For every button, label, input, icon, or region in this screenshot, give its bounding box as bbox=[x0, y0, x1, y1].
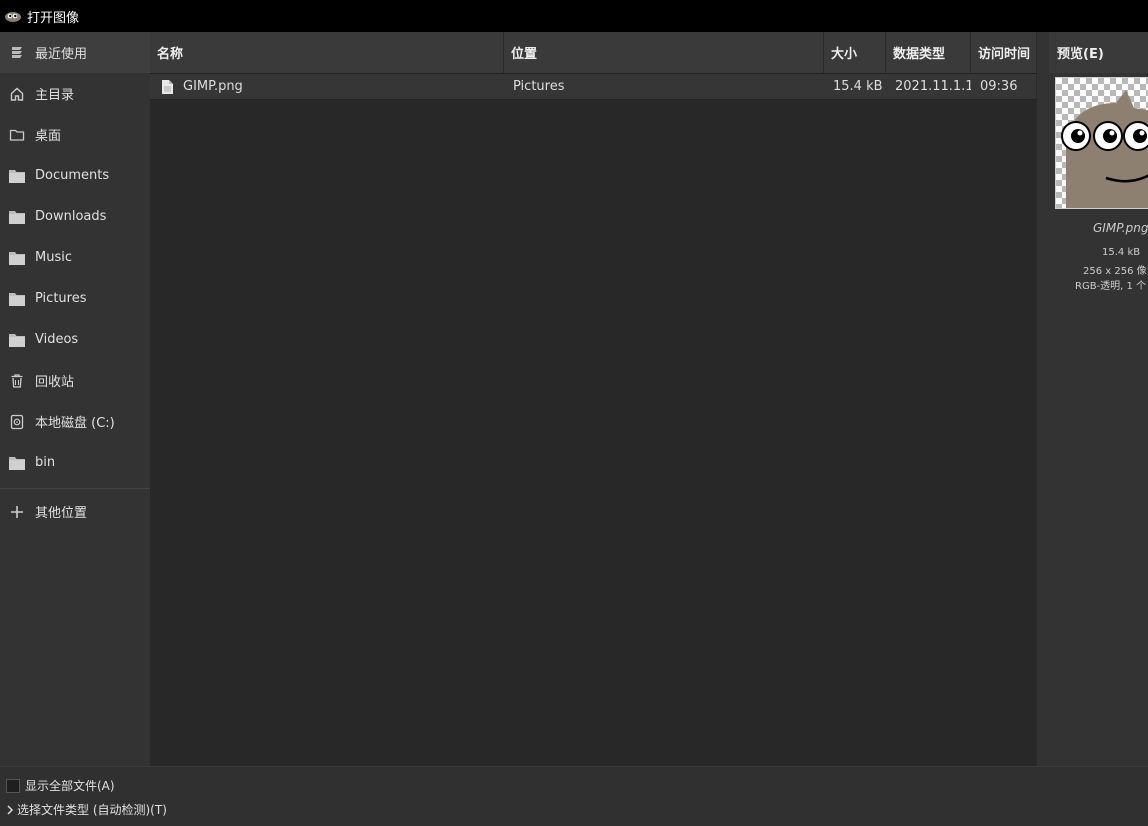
file-icon bbox=[161, 79, 174, 95]
places-sidebar: 最近使用 主目录 桌面 Documents Downloads Music Pi… bbox=[0, 32, 151, 766]
sidebar-item-other-locations[interactable]: 其他位置 bbox=[0, 491, 150, 532]
gimp-app-icon bbox=[5, 12, 21, 22]
preview-size: 15.4 kB bbox=[1102, 247, 1141, 258]
gimp-mascot-image bbox=[1061, 90, 1148, 208]
file-name: GIMP.png bbox=[183, 79, 243, 94]
sidebar-item-local-disk[interactable]: 本地磁盘 (C:) bbox=[0, 401, 150, 442]
file-list: 名称 位置 大小 数据类型 访问时间 GIMP.png Pictures 15.… bbox=[150, 32, 1036, 766]
sidebar-item-label: Pictures bbox=[35, 291, 87, 306]
file-list-header: 名称 位置 大小 数据类型 访问时间 bbox=[150, 32, 1036, 74]
folder-icon bbox=[8, 331, 26, 349]
sidebar-item-label: Downloads bbox=[35, 209, 107, 224]
sidebar-item-label: 其他位置 bbox=[35, 506, 88, 521]
sidebar-divider bbox=[0, 488, 150, 489]
title-bar: 打开图像 bbox=[0, 0, 1148, 32]
column-header-location[interactable]: 位置 bbox=[504, 32, 824, 73]
sidebar-item-videos[interactable]: Videos bbox=[0, 319, 150, 360]
sidebar-item-documents[interactable]: Documents bbox=[0, 155, 150, 196]
preview-mode: RGB-透明, 1 个 bbox=[1075, 281, 1147, 292]
preview-panel: 预览(E) GIMP.png 15.4 kB 256 x 256 像 RGB-透… bbox=[1037, 32, 1148, 766]
plus-icon bbox=[8, 503, 26, 521]
file-name-cell: GIMP.png bbox=[150, 74, 504, 99]
sidebar-item-label: 本地磁盘 (C:) bbox=[35, 416, 115, 431]
file-size: 15.4 kB bbox=[833, 79, 883, 94]
file-type-expander[interactable]: 选择文件类型 (自动检测)(T) bbox=[6, 801, 167, 818]
preview-header[interactable]: 预览(E) bbox=[1049, 32, 1148, 73]
folder-icon bbox=[8, 249, 26, 267]
folder-icon bbox=[8, 208, 26, 226]
sidebar-item-home[interactable]: 主目录 bbox=[0, 73, 150, 114]
show-all-files-label: 显示全部文件(A) bbox=[25, 779, 115, 793]
preview-dimensions: 256 x 256 像 bbox=[1083, 266, 1147, 277]
column-header-type[interactable]: 数据类型 bbox=[886, 32, 971, 73]
column-header-name[interactable]: 名称 bbox=[150, 32, 504, 73]
desktop-folder-icon bbox=[8, 126, 26, 144]
dialog-footer: 显示全部文件(A) 选择文件类型 (自动检测)(T) bbox=[0, 766, 1148, 826]
sidebar-item-label: bin bbox=[35, 455, 56, 470]
sidebar-item-music[interactable]: Music bbox=[0, 237, 150, 278]
drive-icon bbox=[8, 413, 26, 431]
sidebar-item-label: 桌面 bbox=[35, 129, 62, 144]
folder-icon bbox=[8, 454, 26, 472]
sidebar-item-label: 主目录 bbox=[35, 88, 75, 103]
folder-icon bbox=[8, 290, 26, 308]
sidebar-item-pictures[interactable]: Pictures bbox=[0, 278, 150, 319]
window-title: 打开图像 bbox=[27, 10, 80, 26]
sidebar-item-label: Documents bbox=[35, 168, 110, 183]
sidebar-item-bin[interactable]: bin bbox=[0, 442, 150, 483]
file-type-label: 选择文件类型 (自动检测)(T) bbox=[17, 803, 167, 817]
table-row[interactable]: GIMP.png Pictures 15.4 kB 2021.11.1.1 09… bbox=[150, 74, 1036, 100]
preview-thumbnail bbox=[1055, 77, 1148, 209]
file-type: 2021.11.1.1 bbox=[895, 79, 971, 94]
sidebar-item-label: Music bbox=[35, 250, 72, 265]
home-icon bbox=[8, 85, 26, 103]
file-accessed: 09:36 bbox=[980, 79, 1018, 94]
sidebar-item-label: 回收站 bbox=[35, 375, 75, 390]
sidebar-item-desktop[interactable]: 桌面 bbox=[0, 114, 150, 155]
show-all-files-option[interactable]: 显示全部文件(A) bbox=[6, 777, 115, 794]
show-all-files-checkbox[interactable] bbox=[6, 778, 20, 793]
trash-icon bbox=[8, 372, 26, 390]
chevron-right-icon bbox=[6, 804, 14, 815]
sidebar-item-trash[interactable]: 回收站 bbox=[0, 360, 150, 401]
sidebar-item-label: 最近使用 bbox=[35, 47, 88, 62]
folder-icon bbox=[8, 167, 26, 185]
column-header-size[interactable]: 大小 bbox=[824, 32, 886, 73]
file-location: Pictures bbox=[513, 79, 565, 94]
sidebar-item-downloads[interactable]: Downloads bbox=[0, 196, 150, 237]
sidebar-item-label: Videos bbox=[35, 332, 79, 347]
preview-filename: GIMP.png bbox=[1093, 221, 1148, 235]
recent-icon bbox=[8, 44, 26, 62]
column-header-accessed[interactable]: 访问时间 bbox=[971, 32, 1036, 73]
sidebar-item-recent[interactable]: 最近使用 bbox=[0, 32, 150, 73]
